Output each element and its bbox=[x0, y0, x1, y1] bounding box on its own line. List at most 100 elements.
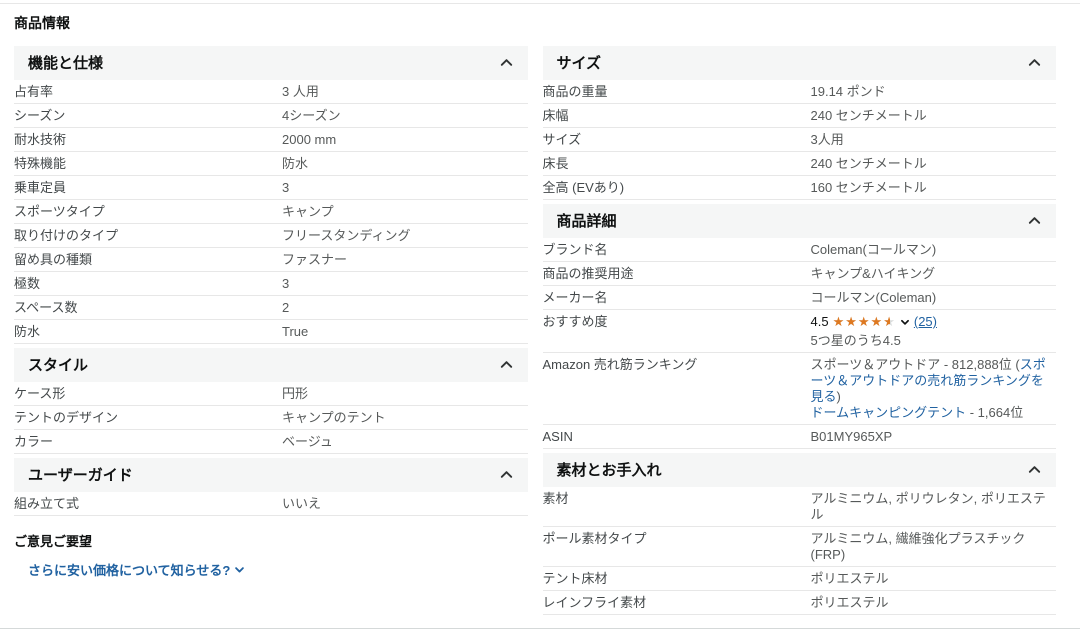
section-title: ユーザーガイド bbox=[28, 464, 133, 485]
spec-row: 組み立て式いいえ bbox=[14, 492, 528, 516]
lower-price-link-label: さらに安い価格について知らせる? bbox=[28, 560, 230, 579]
spec-label: スポーツタイプ bbox=[14, 204, 282, 220]
lower-price-link[interactable]: さらに安い価格について知らせる? bbox=[28, 560, 245, 579]
chevron-up-icon bbox=[499, 467, 514, 482]
chevron-up-icon bbox=[1027, 213, 1042, 228]
spec-value: スポーツ＆アウトドア - 812,888位 (スポーツ＆アウトドアの売れ筋ランキ… bbox=[811, 357, 1057, 421]
spec-value: ベージュ bbox=[282, 434, 528, 450]
right-sections: サイズ商品の重量19.14 ポンド床幅240 センチメートルサイズ3人用床長24… bbox=[543, 46, 1057, 615]
section-header[interactable]: スタイル bbox=[14, 348, 528, 382]
spec-row: ブランド名Coleman(コールマン) bbox=[543, 238, 1057, 262]
chevron-up-icon bbox=[1027, 55, 1042, 70]
spec-label: 耐水技術 bbox=[14, 132, 282, 148]
section-title: 商品詳細 bbox=[557, 210, 617, 231]
rating-line: 4.5 ★★★★★★★★★★ (25) bbox=[811, 314, 1057, 330]
rating-score: 4.5 bbox=[811, 314, 829, 330]
ratings-count-link[interactable]: (25) bbox=[914, 314, 937, 330]
spec-row: 乗車定員3 bbox=[14, 176, 528, 200]
spec-section: サイズ商品の重量19.14 ポンド床幅240 センチメートルサイズ3人用床長24… bbox=[543, 46, 1057, 200]
spec-row: スポーツタイプキャンプ bbox=[14, 200, 528, 224]
spec-value: 4シーズン bbox=[282, 108, 528, 124]
spec-label: 商品の推奨用途 bbox=[543, 266, 811, 282]
spec-label: 防水 bbox=[14, 324, 282, 340]
spec-value: 3 bbox=[282, 180, 528, 196]
chevron-up-icon bbox=[1027, 462, 1042, 477]
spec-label: ASIN bbox=[543, 429, 811, 445]
spec-label: 特殊機能 bbox=[14, 156, 282, 172]
spec-label: レインフライ素材 bbox=[543, 595, 811, 611]
spec-value: 3人用 bbox=[811, 132, 1057, 148]
spec-label: 取り付けのタイプ bbox=[14, 228, 282, 244]
page-title: 商品情報 bbox=[14, 13, 1080, 33]
spec-label: テントのデザイン bbox=[14, 410, 282, 426]
section-header[interactable]: サイズ bbox=[543, 46, 1057, 80]
spec-row: 占有率3 人用 bbox=[14, 80, 528, 104]
spec-value: 4.5★★★★★★★★★★(25)5つ星のうち4.5 bbox=[811, 314, 1057, 349]
spec-row: おすすめ度4.5★★★★★★★★★★(25)5つ星のうち4.5 bbox=[543, 310, 1057, 353]
spec-row: ASINB01MY965XP bbox=[543, 425, 1057, 449]
spec-label: シーズン bbox=[14, 108, 282, 124]
ranking-text: ) bbox=[837, 389, 841, 404]
spec-label: 留め具の種類 bbox=[14, 252, 282, 268]
spec-row: サイズ3人用 bbox=[543, 128, 1057, 152]
section-title: 素材とお手入れ bbox=[557, 459, 662, 480]
section-header[interactable]: 機能と仕様 bbox=[14, 46, 528, 80]
spec-value: 240 センチメートル bbox=[811, 108, 1057, 124]
spec-row: メーカー名コールマン(Coleman) bbox=[543, 286, 1057, 310]
spec-section: 商品詳細ブランド名Coleman(コールマン)商品の推奨用途キャンプ&ハイキング… bbox=[543, 204, 1057, 449]
feedback-heading: ご意見ご要望 bbox=[14, 531, 528, 550]
section-title: サイズ bbox=[557, 52, 602, 73]
subcategory-ranking-link[interactable]: ドームキャンピングテント bbox=[811, 405, 967, 420]
spec-row: Amazon 売れ筋ランキングスポーツ＆アウトドア - 812,888位 (スポ… bbox=[543, 353, 1057, 425]
spec-value: 3 bbox=[282, 276, 528, 292]
spec-section: 素材とお手入れ素材アルミニウム, ポリウレタン, ポリエステルポール素材タイプア… bbox=[543, 453, 1057, 615]
chevron-down-icon[interactable] bbox=[900, 317, 910, 327]
spec-row: スペース数2 bbox=[14, 296, 528, 320]
spec-label: スペース数 bbox=[14, 300, 282, 316]
spec-value: フリースタンディング bbox=[282, 228, 528, 244]
spec-label: カラー bbox=[14, 434, 282, 450]
section-title: スタイル bbox=[28, 354, 88, 375]
product-info-columns: 機能と仕様占有率3 人用シーズン4シーズン耐水技術2000 mm特殊機能防水乗車… bbox=[0, 46, 1080, 615]
spec-row: 耐水技術2000 mm bbox=[14, 128, 528, 152]
spec-value: 19.14 ポンド bbox=[811, 84, 1057, 100]
spec-row: 極数3 bbox=[14, 272, 528, 296]
spec-value: ポリエステル bbox=[811, 571, 1057, 587]
spec-value: ポリエステル bbox=[811, 595, 1057, 611]
spec-row: 床長240 センチメートル bbox=[543, 152, 1057, 176]
section-header[interactable]: 素材とお手入れ bbox=[543, 453, 1057, 487]
spec-label: テント床材 bbox=[543, 571, 811, 587]
spec-value: いいえ bbox=[282, 496, 528, 512]
spec-value: 3 人用 bbox=[282, 84, 528, 100]
spec-label: サイズ bbox=[543, 132, 811, 148]
spec-label: ケース形 bbox=[14, 386, 282, 402]
star-rating: ★★★★★★★★★★ bbox=[833, 315, 896, 329]
spec-section: 機能と仕様占有率3 人用シーズン4シーズン耐水技術2000 mm特殊機能防水乗車… bbox=[14, 46, 528, 344]
spec-row: 商品の重量19.14 ポンド bbox=[543, 80, 1057, 104]
spec-row: 全高 (EVあり)160 センチメートル bbox=[543, 176, 1057, 200]
spec-label: 占有率 bbox=[14, 84, 282, 100]
spec-value: 240 センチメートル bbox=[811, 156, 1057, 172]
spec-row: 床幅240 センチメートル bbox=[543, 104, 1057, 128]
spec-label: ブランド名 bbox=[543, 242, 811, 258]
section-header[interactable]: 商品詳細 bbox=[543, 204, 1057, 238]
spec-row: シーズン4シーズン bbox=[14, 104, 528, 128]
spec-row: 取り付けのタイプフリースタンディング bbox=[14, 224, 528, 248]
spec-row: テントのデザインキャンプのテント bbox=[14, 406, 528, 430]
spec-section: スタイルケース形円形テントのデザインキャンプのテントカラーベージュ bbox=[14, 348, 528, 454]
ranking-text: - 1,664位 bbox=[966, 405, 1023, 420]
chevron-up-icon bbox=[499, 55, 514, 70]
right-column: サイズ商品の重量19.14 ポンド床幅240 センチメートルサイズ3人用床長24… bbox=[543, 46, 1057, 615]
chevron-up-icon bbox=[499, 357, 514, 372]
spec-value: 2000 mm bbox=[282, 132, 528, 148]
spec-label: ポール素材タイプ bbox=[543, 531, 811, 547]
spec-value: B01MY965XP bbox=[811, 429, 1057, 445]
spec-value: 2 bbox=[282, 300, 528, 316]
spec-row: 素材アルミニウム, ポリウレタン, ポリエステル bbox=[543, 487, 1057, 527]
spec-row: レインフライ素材ポリエステル bbox=[543, 591, 1057, 615]
section-header[interactable]: ユーザーガイド bbox=[14, 458, 528, 492]
left-column: 機能と仕様占有率3 人用シーズン4シーズン耐水技術2000 mm特殊機能防水乗車… bbox=[14, 46, 528, 579]
left-sections: 機能と仕様占有率3 人用シーズン4シーズン耐水技術2000 mm特殊機能防水乗車… bbox=[14, 46, 528, 516]
spec-label: 組み立て式 bbox=[14, 496, 282, 512]
spec-value: Coleman(コールマン) bbox=[811, 242, 1057, 258]
